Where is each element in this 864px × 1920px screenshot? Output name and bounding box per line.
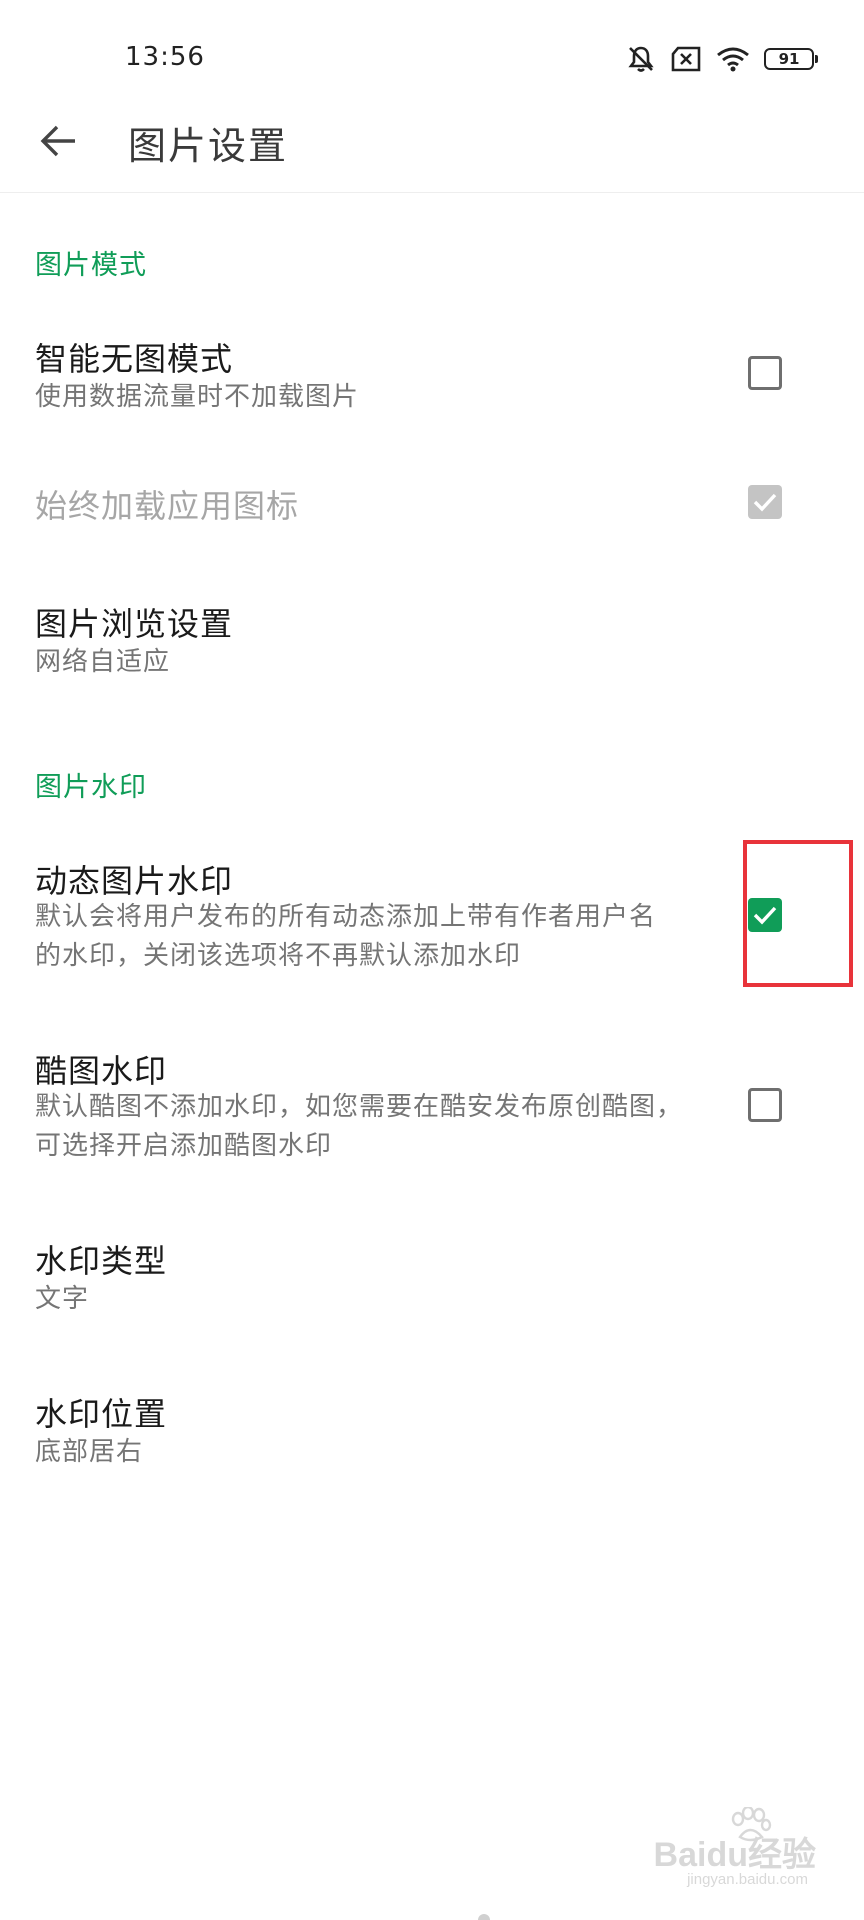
setting-row-watermark-type[interactable]: 水印类型 文字 xyxy=(0,1222,864,1332)
setting-row-image-browsing[interactable]: 图片浏览设置 网络自适应 xyxy=(0,585,864,695)
setting-title: 水印类型 xyxy=(35,1242,168,1280)
section-header-image-mode: 图片模式 xyxy=(35,250,147,281)
setting-subtitle-line2: 可选择开启添加酷图水印 xyxy=(35,1131,333,1161)
battery-icon: 91 xyxy=(764,48,818,70)
setting-title: 图片浏览设置 xyxy=(35,605,234,643)
scroll-indicator xyxy=(478,1914,490,1920)
setting-row-dynamic-watermark[interactable]: 动态图片水印 默认会将用户发布的所有动态添加上带有作者用户名 的水印，关闭该选项… xyxy=(0,842,864,992)
bell-muted-icon xyxy=(626,44,656,74)
app-bar: 图片设置 xyxy=(0,100,864,193)
wifi-icon xyxy=(716,46,750,72)
setting-subtitle-line1: 默认会将用户发布的所有动态添加上带有作者用户名 xyxy=(35,902,657,932)
setting-row-always-load-icons: 始终加载应用图标 xyxy=(0,465,864,550)
checkbox-cool-image-watermark[interactable] xyxy=(748,1088,782,1122)
setting-subtitle: 底部居右 xyxy=(35,1437,144,1467)
setting-subtitle-line1: 默认酷图不添加水印，如您需要在酷安发布原创酷图， xyxy=(35,1092,684,1122)
section-header-image-watermark: 图片水印 xyxy=(35,772,147,803)
status-time: 13:56 xyxy=(125,42,205,72)
checkbox-always-load-icons xyxy=(748,485,782,519)
highlight-annotation-box xyxy=(743,840,853,987)
back-button[interactable] xyxy=(30,114,88,172)
baidu-watermark: Baidu经验 jingyan.baidu.com xyxy=(653,1807,816,1902)
setting-title: 始终加载应用图标 xyxy=(35,487,300,525)
setting-subtitle: 使用数据流量时不加载图片 xyxy=(35,382,360,412)
watermark-url-text: jingyan.baidu.com xyxy=(687,1871,808,1888)
no-sim-icon xyxy=(670,46,702,72)
check-icon xyxy=(753,493,777,512)
setting-row-smart-no-image[interactable]: 智能无图模式 使用数据流量时不加载图片 xyxy=(0,320,864,430)
checkbox-smart-no-image[interactable] xyxy=(748,356,782,390)
setting-title: 酷图水印 xyxy=(35,1052,168,1090)
setting-title: 水印位置 xyxy=(35,1395,168,1433)
watermark-logo-text: Baidu经验 xyxy=(653,1836,816,1874)
setting-subtitle: 网络自适应 xyxy=(35,647,171,677)
status-icons: 91 xyxy=(626,42,818,76)
setting-row-cool-image-watermark[interactable]: 酷图水印 默认酷图不添加水印，如您需要在酷安发布原创酷图， 可选择开启添加酷图水… xyxy=(0,1032,864,1182)
setting-title: 智能无图模式 xyxy=(35,340,234,378)
setting-title: 动态图片水印 xyxy=(35,862,234,900)
setting-subtitle-line2: 的水印，关闭该选项将不再默认添加水印 xyxy=(35,941,522,971)
setting-row-watermark-position[interactable]: 水印位置 底部居右 xyxy=(0,1375,864,1485)
page-title: 图片设置 xyxy=(128,124,289,168)
setting-subtitle: 文字 xyxy=(35,1284,90,1314)
arrow-left-icon xyxy=(39,123,79,163)
